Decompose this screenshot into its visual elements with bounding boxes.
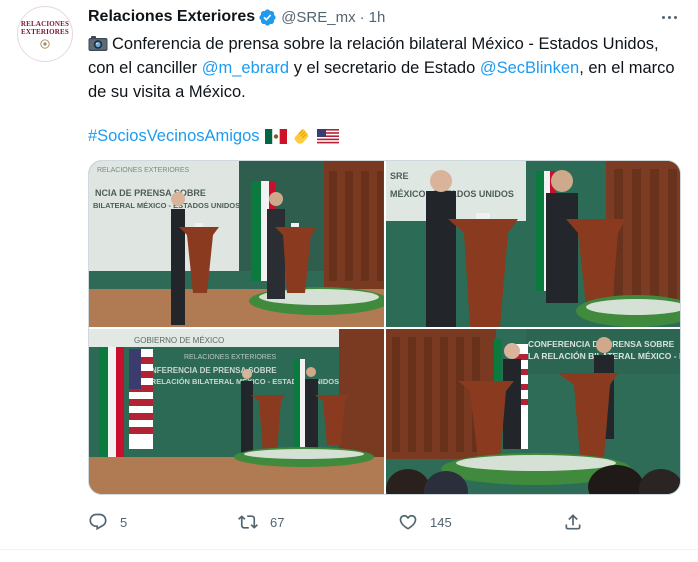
photo-2[interactable]: SRE MÉXICO - ESTADOS UNIDOS	[386, 161, 680, 327]
camera-icon	[88, 36, 108, 51]
usa-flag-icon	[316, 128, 339, 144]
reply-button[interactable]: 5	[88, 508, 127, 536]
timestamp[interactable]: 1h	[369, 9, 386, 26]
photo-3-backdrop-line-3: CONFERENCIA DE PRENSA SOBRE	[139, 366, 277, 375]
retweet-button[interactable]: 67	[238, 508, 284, 536]
tweet[interactable]: RELACIONES EXTERIORES Relaciones Exterio…	[0, 0, 698, 562]
more-options-icon[interactable]	[656, 6, 682, 28]
verified-badge-icon	[259, 8, 276, 26]
mention-secblinken[interactable]: @SecBlinken	[480, 59, 579, 77]
photo-3-backdrop-line-2: RELACIONES EXTERIORES	[184, 354, 277, 361]
tweet-text-part-2: y el secretario de Estado	[289, 59, 480, 77]
photo-1-backdrop-line-1: RELACIONES EXTERIORES	[97, 167, 190, 174]
tweet-header: Relaciones Exteriores @SRE_mx · 1h	[88, 6, 385, 28]
share-button[interactable]	[563, 508, 583, 536]
reply-count: 5	[120, 514, 128, 530]
photo-3-backdrop-line-1: GOBIERNO DE MÉXICO	[134, 336, 224, 345]
mexico-flag-icon	[264, 128, 287, 144]
retweet-count: 67	[270, 514, 285, 530]
avatar-logo-line-1: RELACIONES	[20, 19, 70, 28]
seal-icon	[40, 38, 50, 49]
display-name[interactable]: Relaciones Exteriores	[88, 8, 255, 26]
mention-m-ebrard[interactable]: @m_ebrard	[202, 59, 289, 77]
separator-dot: ·	[359, 8, 365, 26]
photo-1-backdrop-line-2: NCIA DE PRENSA SOBRE	[95, 188, 206, 198]
clapping-hands-icon	[292, 127, 312, 145]
hashtag-link[interactable]: #SociosVecinosAmigos	[88, 124, 260, 148]
share-icon	[565, 514, 581, 530]
avatar-logo-line-2: EXTERIORES	[21, 27, 69, 36]
retweet-icon	[238, 515, 258, 529]
photo-1-backdrop-line-3: BILATERAL MÉXICO - ESTADOS UNIDOS	[93, 201, 240, 210]
like-button[interactable]: 145	[398, 508, 452, 536]
photo-1[interactable]: RELACIONES EXTERIORES NCIA DE PRENSA SOB…	[89, 161, 384, 327]
photo-grid: RELACIONES EXTERIORES NCIA DE PRENSA SOB…	[88, 160, 681, 495]
photo-4[interactable]: CONFERENCIA DE PRENSA SOBRE LA RELACIÓN …	[386, 329, 680, 494]
tweet-actions: 5 67 145	[88, 508, 588, 536]
like-count: 145	[430, 514, 452, 530]
photo-3[interactable]: GOBIERNO DE MÉXICO RELACIONES EXTERIORES…	[89, 329, 384, 494]
photo-2-backdrop-line-1: SRE	[390, 171, 409, 181]
hashtag-line: #SociosVecinosAmigos	[88, 124, 339, 148]
handle[interactable]: @SRE_mx	[281, 9, 355, 26]
reply-icon	[89, 513, 107, 531]
tweet-text: Conferencia de prensa sobre la relación …	[88, 32, 683, 104]
tweet-divider	[0, 549, 698, 550]
like-icon	[399, 514, 417, 530]
avatar[interactable]: RELACIONES EXTERIORES	[17, 6, 73, 62]
